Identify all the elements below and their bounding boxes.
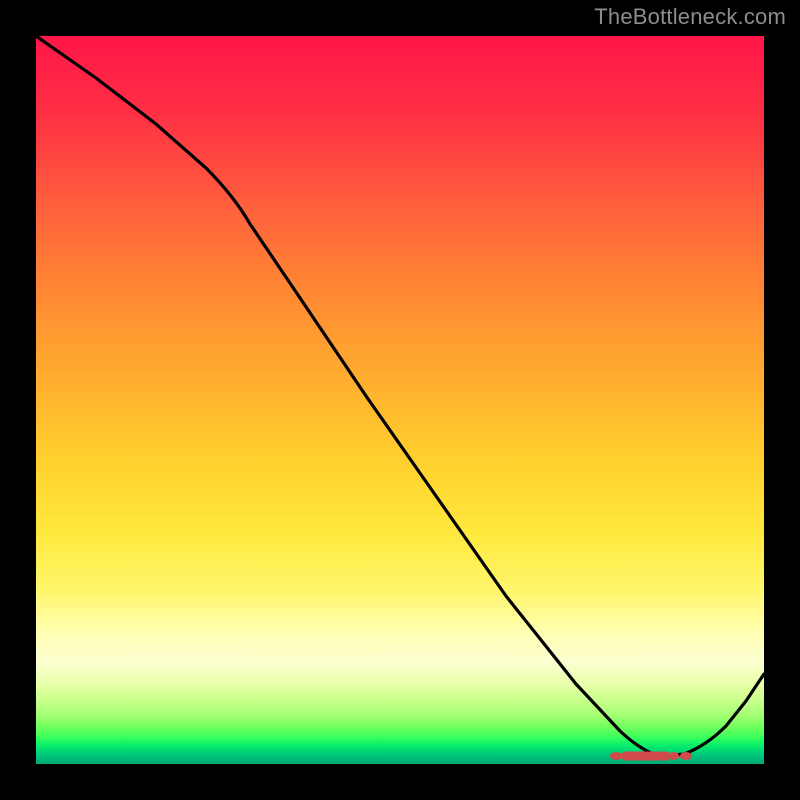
chart-container: TheBottleneck.com — [0, 0, 800, 800]
bottleneck-curve — [36, 36, 764, 756]
plot-area — [36, 36, 764, 764]
attribution-label: TheBottleneck.com — [594, 4, 786, 30]
chart-overlay — [36, 36, 764, 764]
